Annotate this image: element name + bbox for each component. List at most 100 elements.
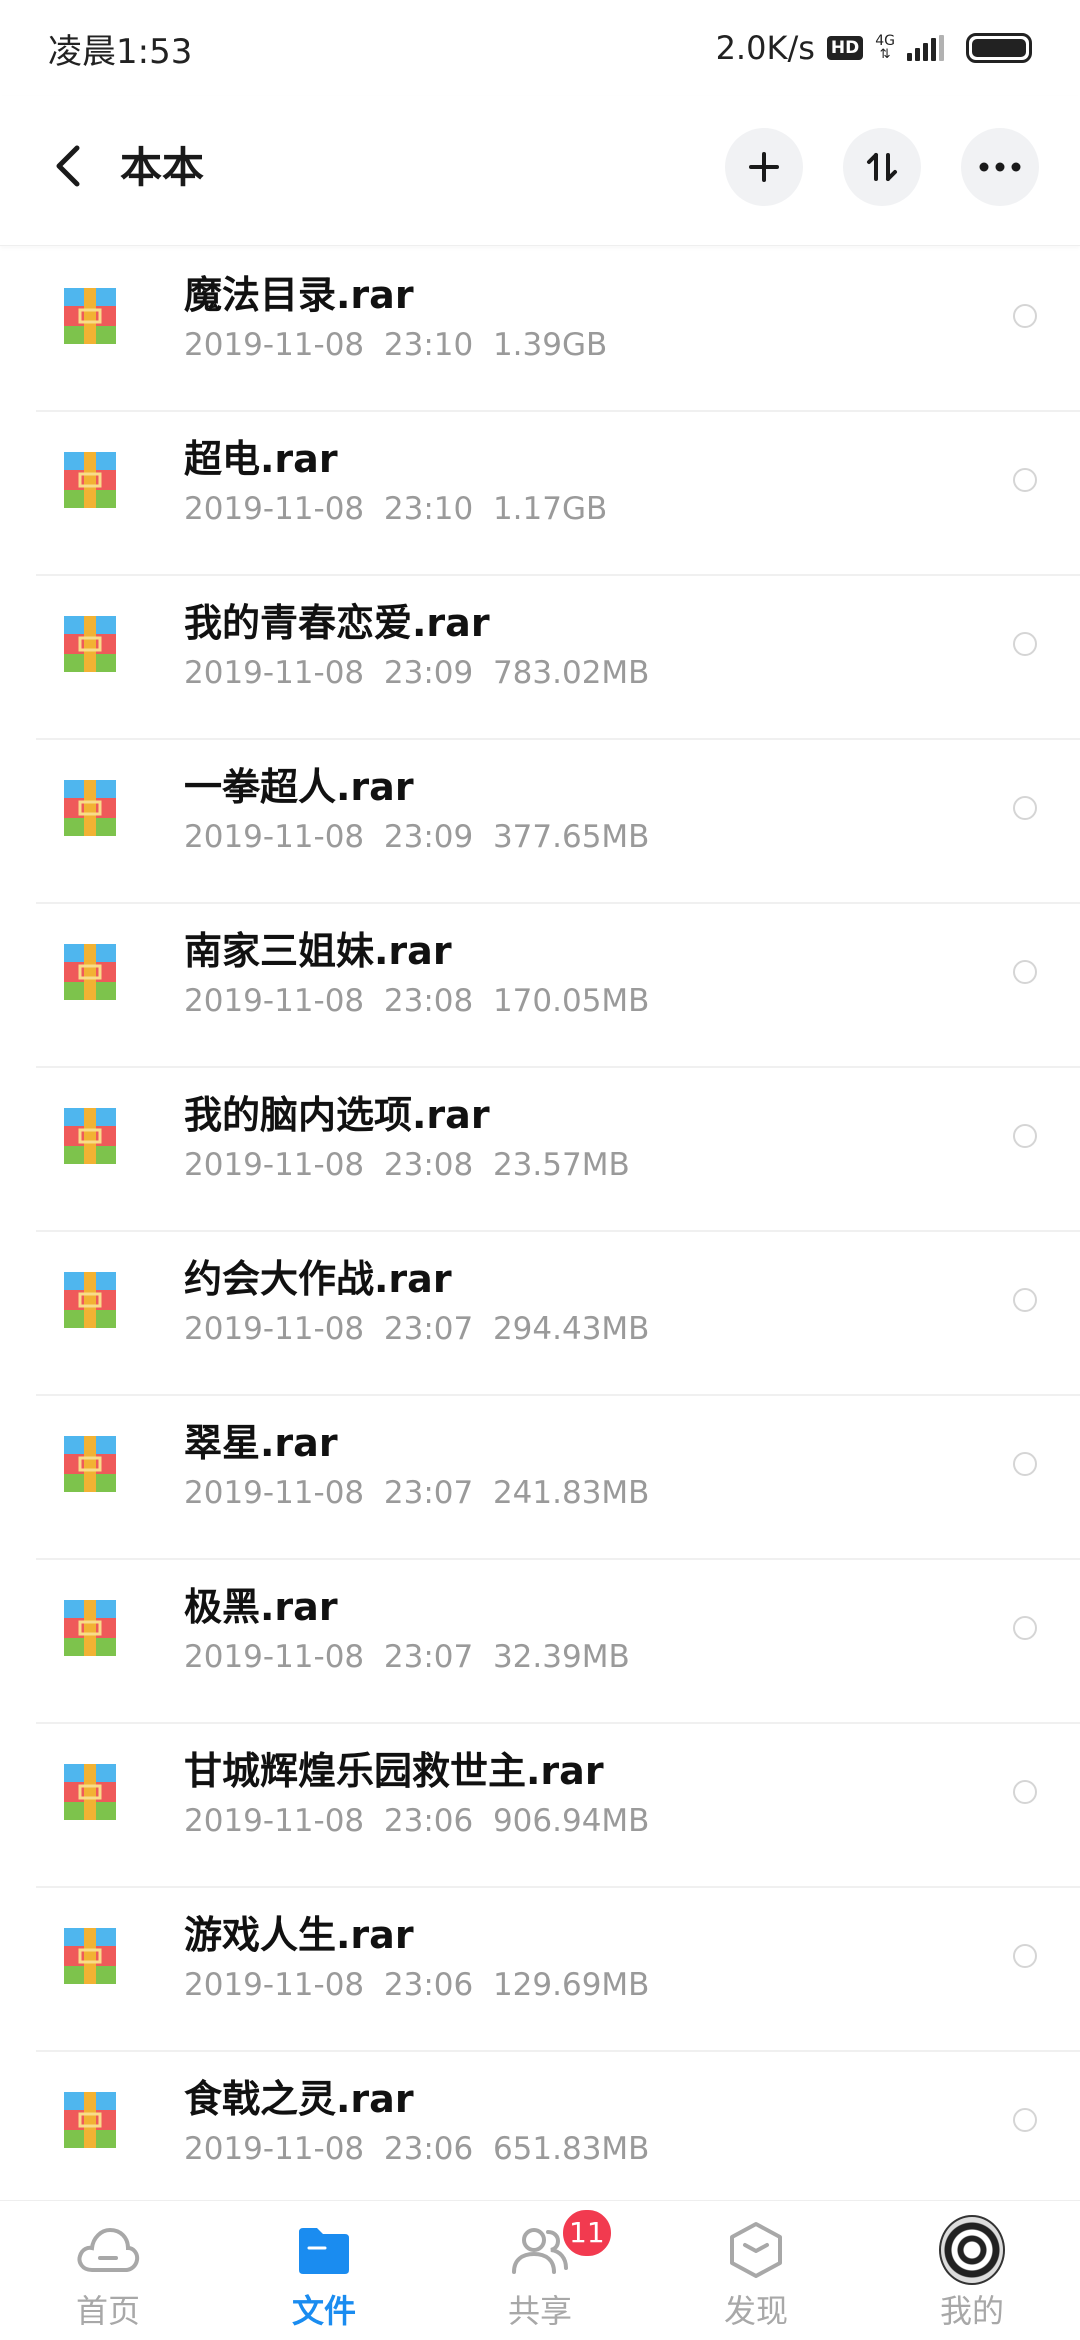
nav-item-home[interactable]: 首页 [0, 2201, 216, 2340]
select-checkbox[interactable] [1013, 960, 1037, 984]
select-checkbox[interactable] [1013, 2108, 1037, 2132]
more-button[interactable] [961, 128, 1039, 206]
file-time: 23:09 [383, 655, 474, 691]
status-bar: 凌晨1:53 2.0K/s HD 4G ⇅ [0, 0, 1080, 96]
status-time: 凌晨1:53 [48, 31, 193, 72]
file-row[interactable]: 我的青春恋爱.rar 2019-11-08 23:09 783.02MB [0, 576, 1080, 740]
file-time: 23:08 [383, 1147, 474, 1183]
file-meta: 2019-11-08 23:06 651.83MB [184, 2128, 649, 2170]
archive-icon [64, 1764, 116, 1820]
select-checkbox[interactable] [1013, 468, 1037, 492]
file-name: 游戏人生.rar [184, 1913, 414, 1957]
meta-spacer [364, 1311, 384, 1347]
file-time: 23:10 [383, 491, 474, 527]
archive-icon [64, 616, 116, 672]
archive-icon [64, 452, 116, 508]
file-name: 魔法目录.rar [184, 273, 414, 317]
file-row[interactable]: 超电.rar 2019-11-08 23:10 1.17GB [0, 412, 1080, 576]
file-name: 超电.rar [184, 437, 338, 481]
avatar [939, 2215, 1005, 2285]
plus-icon [749, 152, 779, 182]
file-row[interactable]: 我的脑内选项.rar 2019-11-08 23:08 23.57MB [0, 1068, 1080, 1232]
file-meta: 2019-11-08 23:08 23.57MB [184, 1144, 630, 1186]
file-date: 2019-11-08 [184, 655, 365, 691]
archive-icon [64, 1108, 116, 1164]
file-meta: 2019-11-08 23:06 129.69MB [184, 1964, 649, 2006]
file-size: 906.94MB [492, 1803, 650, 1839]
sort-icon [867, 153, 897, 181]
file-meta: 2019-11-08 23:08 170.05MB [184, 980, 649, 1022]
file-date: 2019-11-08 [184, 1311, 365, 1347]
archive-icon [64, 2092, 116, 2148]
meta-spacer [364, 327, 384, 363]
signal-icon [907, 35, 944, 61]
file-size: 1.39GB [492, 327, 608, 363]
network-type-label: 4G [875, 33, 895, 49]
file-row[interactable]: 一拳超人.rar 2019-11-08 23:09 377.65MB [0, 740, 1080, 904]
file-row[interactable]: 约会大作战.rar 2019-11-08 23:07 294.43MB [0, 1232, 1080, 1396]
file-size: 32.39MB [492, 1639, 630, 1675]
file-name: 一拳超人.rar [184, 765, 414, 809]
meta-spacer [364, 655, 384, 691]
avatar-icon [939, 2215, 1005, 2285]
file-time: 23:10 [383, 327, 474, 363]
file-size: 651.83MB [492, 2131, 650, 2167]
file-size: 783.02MB [492, 655, 650, 691]
file-row[interactable]: 南家三姐妹.rar 2019-11-08 23:08 170.05MB [0, 904, 1080, 1068]
nav-label: 发现 [723, 2292, 788, 2330]
select-checkbox[interactable] [1013, 1780, 1037, 1804]
file-name: 甘城辉煌乐园救世主.rar [184, 1749, 604, 1793]
nav-item-files[interactable]: 文件 [216, 2201, 432, 2340]
page-title: 本本 [120, 143, 205, 192]
archive-icon [64, 1272, 116, 1328]
screen: 凌晨1:53 2.0K/s HD 4G ⇅ 本本 魔法目录.rar 2019-1… [0, 0, 1080, 2340]
archive-icon [64, 1436, 116, 1492]
nav-item-discover[interactable]: 发现 [648, 2201, 864, 2340]
add-button[interactable] [725, 128, 803, 206]
meta-spacer [473, 1311, 493, 1347]
nav-label: 文件 [291, 2292, 356, 2330]
battery-icon [966, 33, 1032, 63]
meta-spacer [473, 819, 493, 855]
file-time: 23:06 [383, 2131, 474, 2167]
file-date: 2019-11-08 [184, 2131, 365, 2167]
file-row[interactable]: 食戟之灵.rar 2019-11-08 23:06 651.83MB [0, 2052, 1080, 2216]
file-row[interactable]: 甘城辉煌乐园救世主.rar 2019-11-08 23:06 906.94MB [0, 1724, 1080, 1888]
file-row[interactable]: 魔法目录.rar 2019-11-08 23:10 1.39GB [0, 248, 1080, 412]
file-row[interactable]: 极黑.rar 2019-11-08 23:07 32.39MB [0, 1560, 1080, 1724]
nav-label: 共享 [507, 2292, 572, 2330]
file-size: 241.83MB [492, 1475, 650, 1511]
file-row[interactable]: 翠星.rar 2019-11-08 23:07 241.83MB [0, 1396, 1080, 1560]
select-checkbox[interactable] [1013, 1452, 1037, 1476]
back-button[interactable] [40, 138, 96, 194]
select-checkbox[interactable] [1013, 304, 1037, 328]
file-date: 2019-11-08 [184, 983, 365, 1019]
file-time: 23:07 [383, 1311, 474, 1347]
sort-button[interactable] [843, 128, 921, 206]
meta-spacer [473, 655, 493, 691]
notification-badge: 11 [560, 2207, 614, 2259]
file-row[interactable]: 游戏人生.rar 2019-11-08 23:06 129.69MB [0, 1888, 1080, 2052]
meta-spacer [473, 1475, 493, 1511]
file-name: 我的青春恋爱.rar [184, 601, 490, 645]
select-checkbox[interactable] [1013, 796, 1037, 820]
meta-spacer [473, 327, 493, 363]
file-meta: 2019-11-08 23:09 377.65MB [184, 816, 649, 858]
nav-item-me[interactable]: 我的 [864, 2201, 1080, 2340]
file-time: 23:06 [383, 1803, 474, 1839]
select-checkbox[interactable] [1013, 1288, 1037, 1312]
select-checkbox[interactable] [1013, 632, 1037, 656]
meta-spacer [364, 1803, 384, 1839]
nav-label: 我的 [939, 2292, 1004, 2330]
file-time: 23:09 [383, 819, 474, 855]
select-checkbox[interactable] [1013, 1616, 1037, 1640]
meta-spacer [364, 1147, 384, 1183]
nav-item-share[interactable]: 共享 11 [432, 2201, 648, 2340]
select-checkbox[interactable] [1013, 1944, 1037, 1968]
archive-icon [64, 944, 116, 1000]
file-name: 极黑.rar [184, 1585, 338, 1629]
meta-spacer [473, 1803, 493, 1839]
file-date: 2019-11-08 [184, 1147, 365, 1183]
file-time: 23:08 [383, 983, 474, 1019]
select-checkbox[interactable] [1013, 1124, 1037, 1148]
